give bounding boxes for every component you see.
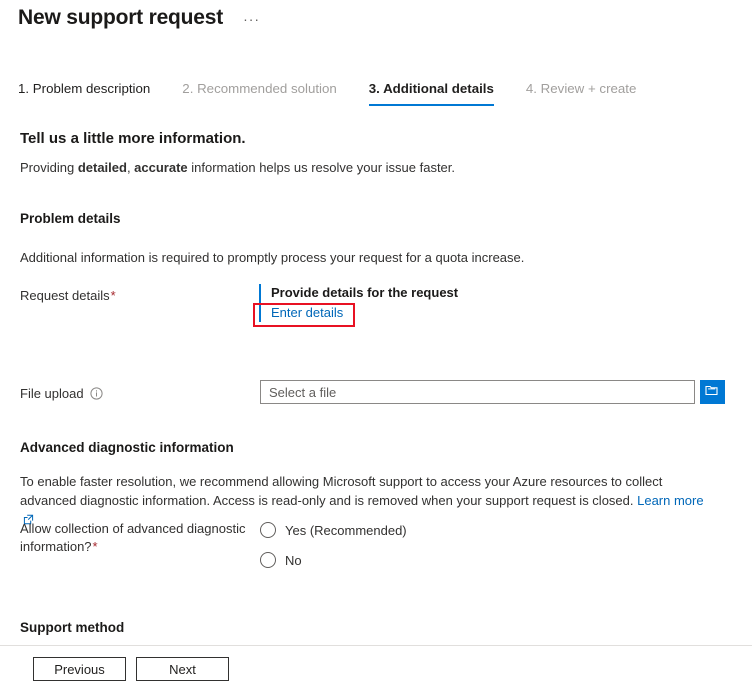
tab-problem-description[interactable]: 1. Problem description — [18, 80, 164, 106]
required-marker: * — [110, 288, 116, 303]
radio-option-label: No — [285, 552, 302, 568]
page-title: New support request — [18, 6, 224, 29]
folder-browse-icon — [705, 384, 720, 400]
subtext-bold-detailed: detailed — [77, 160, 127, 175]
file-upload-input[interactable] — [260, 380, 695, 404]
next-button[interactable]: Next — [136, 657, 229, 681]
file-upload-label: File upload — [20, 385, 103, 404]
problem-details-title: Problem details — [20, 211, 121, 226]
tab-additional-details[interactable]: 3. Additional details — [368, 80, 508, 106]
tab-label: 2. Recommended solution — [182, 81, 337, 96]
footer-divider — [0, 645, 752, 646]
more-options-icon[interactable]: ··· — [241, 9, 262, 29]
radio-option-yes[interactable]: Yes (Recommended) — [260, 518, 407, 542]
tab-review-create: 4. Review + create — [526, 80, 651, 106]
subtext-part-3: information helps us resolve your issue … — [187, 160, 456, 175]
allow-collection-label-text: Allow collection of advanced diagnostic … — [20, 521, 246, 554]
wizard-footer: Previous Next — [33, 657, 229, 681]
wizard-tabs: 1. Problem description 2. Recommended so… — [18, 80, 668, 106]
request-details-block: Provide details for the request Enter de… — [259, 284, 458, 322]
provide-details-title: Provide details for the request — [271, 285, 459, 300]
learn-more-link[interactable]: Learn more — [637, 493, 703, 508]
required-marker: * — [92, 539, 98, 554]
problem-details-description: Additional information is required to pr… — [20, 250, 525, 265]
tab-label: 3. Additional details — [368, 81, 494, 96]
enter-details-link[interactable]: Enter details — [271, 304, 343, 322]
request-details-label-text: Request details — [20, 288, 110, 303]
tab-active-underline — [368, 104, 494, 106]
page-header: New support request ··· — [18, 4, 262, 32]
subtext-part-1: Providing — [20, 160, 78, 175]
support-method-title: Support method — [20, 620, 125, 635]
section-subtext: Providing detailed, accurate information… — [20, 160, 455, 175]
browse-file-button[interactable] — [700, 380, 725, 404]
allow-collection-label: Allow collection of advanced diagnostic … — [20, 520, 252, 556]
radio-circle-icon — [260, 522, 276, 538]
subtext-bold-accurate: accurate — [134, 160, 188, 175]
request-details-label: Request details* — [20, 287, 116, 304]
radio-circle-icon — [260, 552, 276, 568]
tab-label: 4. Review + create — [525, 81, 637, 96]
file-upload-label-text: File upload — [20, 386, 84, 401]
advanced-description-text: To enable faster resolution, we recommen… — [20, 474, 663, 508]
radio-option-no[interactable]: No — [260, 548, 407, 572]
advanced-diagnostic-title: Advanced diagnostic information — [20, 440, 234, 455]
section-heading: Tell us a little more information. — [20, 130, 246, 147]
tab-label: 1. Problem description — [18, 81, 151, 96]
tab-recommended-solution: 2. Recommended solution — [182, 80, 350, 106]
allow-collection-radio-group: Yes (Recommended) No — [260, 518, 407, 578]
radio-option-label: Yes (Recommended) — [285, 522, 407, 538]
info-circle-icon[interactable] — [90, 387, 103, 404]
previous-button[interactable]: Previous — [33, 657, 126, 681]
